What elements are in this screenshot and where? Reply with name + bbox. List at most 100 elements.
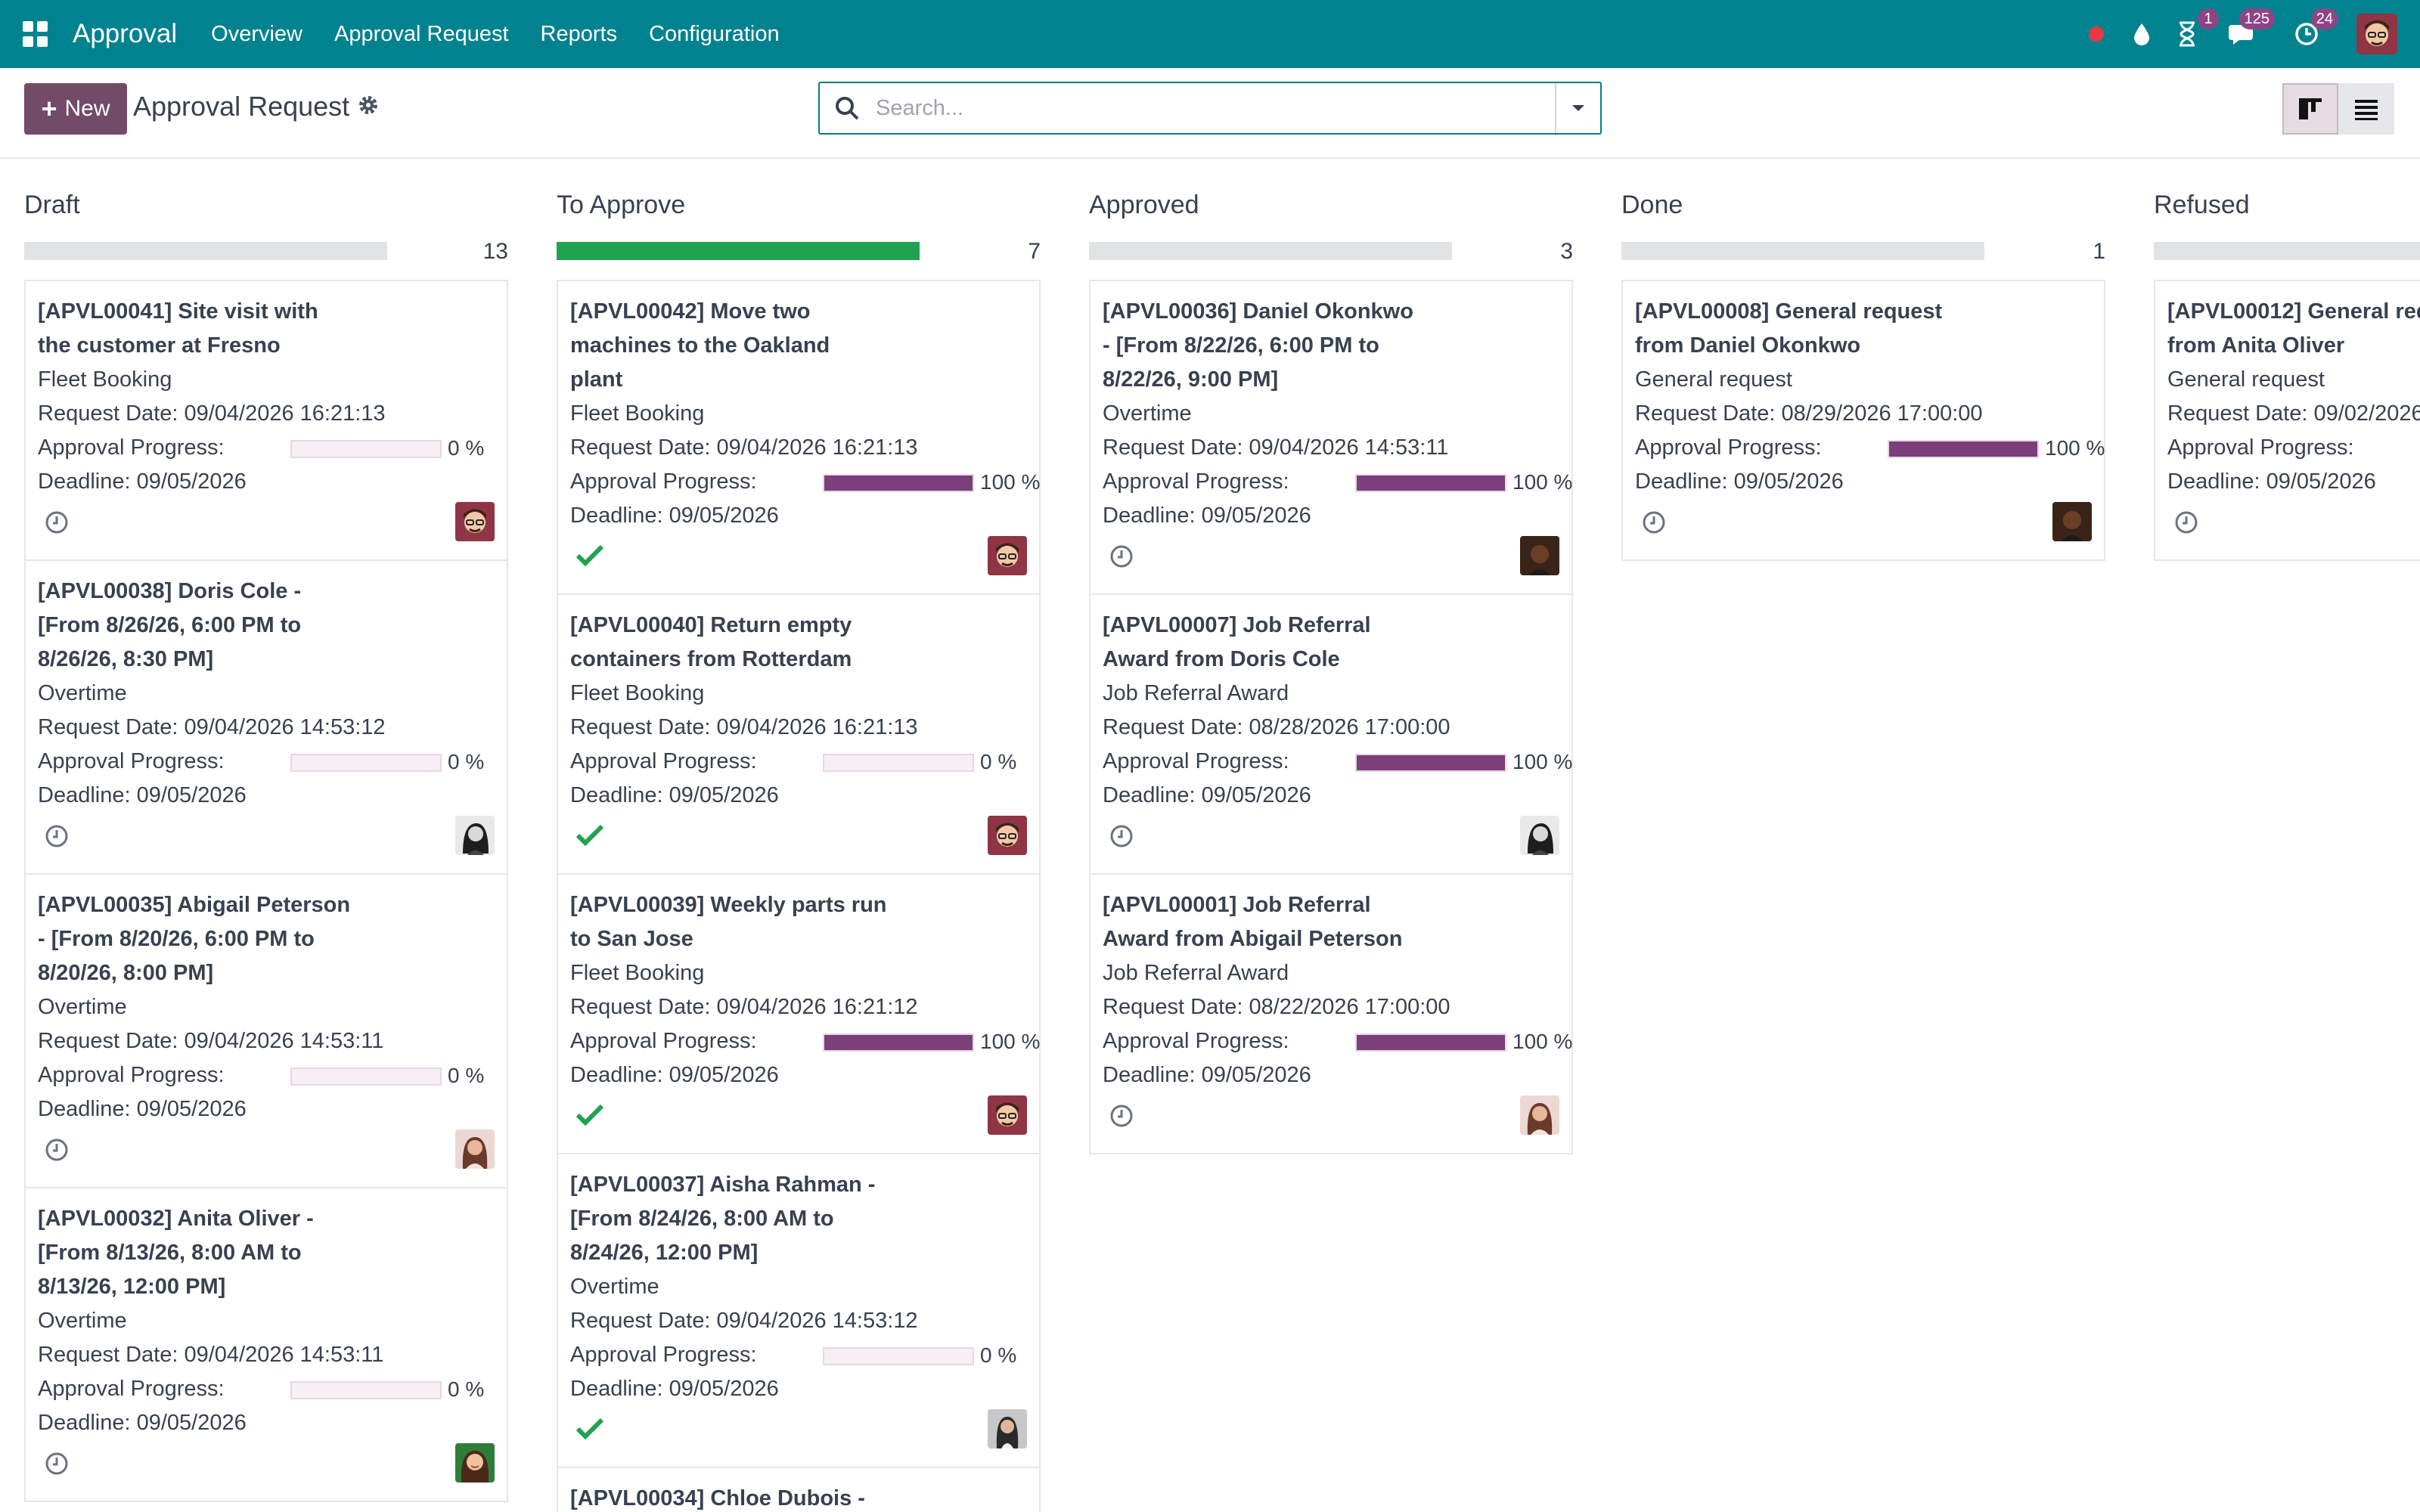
kanban-card[interactable]: [APVL00001] Job Referral Award from Abig… [1091, 875, 1572, 1153]
card-request-date: Request Date: 09/04/2026 16:21:12 [570, 995, 918, 1019]
column-count: 13 [482, 239, 508, 264]
card-approval-progress: Approval Progress: 100 % [570, 465, 1040, 499]
assignee-avatar[interactable] [988, 1409, 1027, 1448]
progress-label: Approval Progress: [1103, 749, 1289, 773]
column-progress-bar[interactable] [24, 242, 387, 260]
assignee-avatar[interactable] [988, 536, 1027, 575]
assignee-avatar[interactable] [455, 1443, 495, 1483]
apps-menu-icon[interactable] [23, 21, 48, 47]
kanban-card[interactable]: [APVL00042] Move two machines to the Oak… [558, 281, 1040, 595]
column-cards: [APVL00036] Daniel Okonkwo - [From 8/22/… [1089, 280, 1573, 1154]
progress-label: Approval Progress: [570, 469, 757, 494]
messages-icon[interactable]: 125 [2228, 8, 2275, 49]
gear-icon[interactable] [355, 92, 381, 118]
card-approval-progress: Approval Progress: 0 % [570, 745, 1027, 779]
kanban-card[interactable]: [APVL00034] Chloe Dubois - [From 8/17/26… [558, 1468, 1039, 1512]
assignee-avatar[interactable] [455, 1129, 495, 1169]
kanban-card[interactable]: [APVL00037] Aisha Rahman - [From 8/24/26… [558, 1154, 1039, 1468]
page-title: Approval Request [133, 91, 350, 122]
column-title[interactable]: Approved [1089, 191, 1199, 220]
recording-dot-icon[interactable] [2081, 19, 2111, 49]
assignee-avatar[interactable] [988, 816, 1027, 855]
card-footer [38, 1443, 495, 1483]
assignee-avatar[interactable] [455, 816, 495, 855]
column-progress-bar[interactable] [1089, 242, 1452, 260]
card-title: [APVL00037] Aisha Rahman - [From 8/24/26… [570, 1173, 876, 1265]
kanban-icon [2299, 98, 2322, 119]
kanban-card[interactable]: [APVL00041] Site visit with the customer… [26, 281, 507, 561]
assignee-avatar[interactable] [1520, 816, 1559, 855]
column-title[interactable]: Refused [2154, 191, 2250, 220]
progress-bar [823, 1347, 974, 1365]
column-title[interactable]: Draft [24, 191, 80, 220]
card-title: [APVL00012] General request from Anita O… [2167, 299, 2420, 358]
progress-bar-fill [824, 476, 973, 491]
kanban-card[interactable]: [APVL00038] Doris Cole - [From 8/26/26, … [26, 561, 507, 875]
card-title: [APVL00001] Job Referral Award from Abig… [1103, 893, 1403, 951]
assignee-avatar[interactable] [455, 502, 495, 541]
list-view-button[interactable] [2338, 83, 2394, 135]
menu-configuration[interactable]: Configuration [649, 22, 780, 47]
card-category: Overtime [38, 1309, 127, 1333]
progress-percent: 100 % [980, 1030, 1041, 1053]
progress-percent: 0 % [980, 1343, 1017, 1367]
kanban-card[interactable]: [APVL00039] Weekly parts run to San Jose… [558, 875, 1041, 1154]
column-title[interactable]: Done [1621, 191, 1683, 220]
card-title: [APVL00032] Anita Oliver - [From 8/13/26… [38, 1207, 314, 1299]
kanban-card[interactable]: [APVL00012] General request from Anita O… [2155, 281, 2420, 559]
assignee-avatar[interactable] [2052, 502, 2092, 541]
progress-bar [1355, 754, 1506, 772]
column-title[interactable]: To Approve [557, 191, 685, 220]
assignee-avatar[interactable] [988, 1095, 1027, 1135]
updates-clock-icon[interactable]: 24 [2291, 8, 2338, 49]
card-approval-progress: Approval Progress: 100 % [1103, 1024, 1572, 1058]
card-approval-progress: Approval Progress: 100 % [1635, 431, 2105, 465]
progress-percent: 0 % [980, 750, 1017, 773]
kanban-card[interactable]: [APVL00036] Daniel Okonkwo - [From 8/22/… [1091, 281, 1572, 595]
updates-badge: 24 [2310, 8, 2338, 29]
new-button[interactable]: + New [24, 83, 127, 135]
card-title: [APVL00007] Job Referral Award from Dori… [1103, 613, 1371, 671]
card-approval-progress: Approval Progress: 100 % [1103, 745, 1572, 779]
card-footer [1103, 1095, 1559, 1135]
kanban-card[interactable]: [APVL00035] Abigail Peterson - [From 8/2… [26, 875, 507, 1188]
progress-percent: 0 % [448, 436, 485, 460]
assignee-avatar[interactable] [1520, 1095, 1559, 1135]
progress-bar [290, 1381, 442, 1399]
progress-bar [1888, 440, 2039, 458]
progress-bar [823, 1033, 974, 1052]
card-footer [2167, 502, 2420, 541]
card-approval-progress: Approval Progress: 0 % [38, 1372, 495, 1406]
progress-label: Approval Progress: [1103, 1029, 1289, 1053]
kanban-view-button[interactable] [2282, 83, 2338, 135]
assignee-avatar[interactable] [1520, 536, 1559, 575]
column-progress-bar[interactable] [2154, 242, 2420, 260]
drop-icon[interactable] [2127, 19, 2157, 49]
app-name[interactable]: Approval [73, 19, 177, 49]
search-options-toggle[interactable] [1555, 83, 1600, 133]
card-category: Job Referral Award [1103, 961, 1289, 985]
column-cards: [APVL00008] General request from Daniel … [1621, 280, 2105, 561]
card-category: Overtime [570, 1275, 659, 1299]
new-button-label: New [64, 96, 110, 121]
column-progress-bar[interactable] [557, 242, 920, 260]
progress-label: Approval Progress: [570, 1343, 757, 1367]
menu-approval-request[interactable]: Approval Request [334, 22, 509, 47]
kanban-card[interactable]: [APVL00040] Return empty containers from… [558, 595, 1039, 875]
card-request-date: Request Date: 09/04/2026 16:21:13 [570, 435, 918, 460]
card-footer [570, 816, 1027, 855]
menu-reports[interactable]: Reports [541, 22, 618, 47]
card-category: Fleet Booking [38, 367, 172, 392]
progress-percent: 0 % [448, 750, 485, 773]
kanban-card[interactable]: [APVL00008] General request from Daniel … [1623, 281, 2105, 559]
card-deadline: Deadline: 09/05/2026 [1103, 503, 1311, 528]
search-input[interactable] [876, 95, 1541, 121]
progress-bar [290, 440, 442, 458]
kanban-card[interactable]: [APVL00007] Job Referral Award from Dori… [1091, 595, 1572, 875]
list-icon [2355, 100, 2378, 120]
kanban-card[interactable]: [APVL00032] Anita Oliver - [From 8/13/26… [26, 1188, 507, 1501]
menu-overview[interactable]: Overview [211, 22, 302, 47]
column-progress-bar[interactable] [1621, 242, 1984, 260]
user-avatar[interactable] [2356, 14, 2397, 54]
activity-hourglass-icon[interactable]: 1 [2172, 8, 2219, 49]
